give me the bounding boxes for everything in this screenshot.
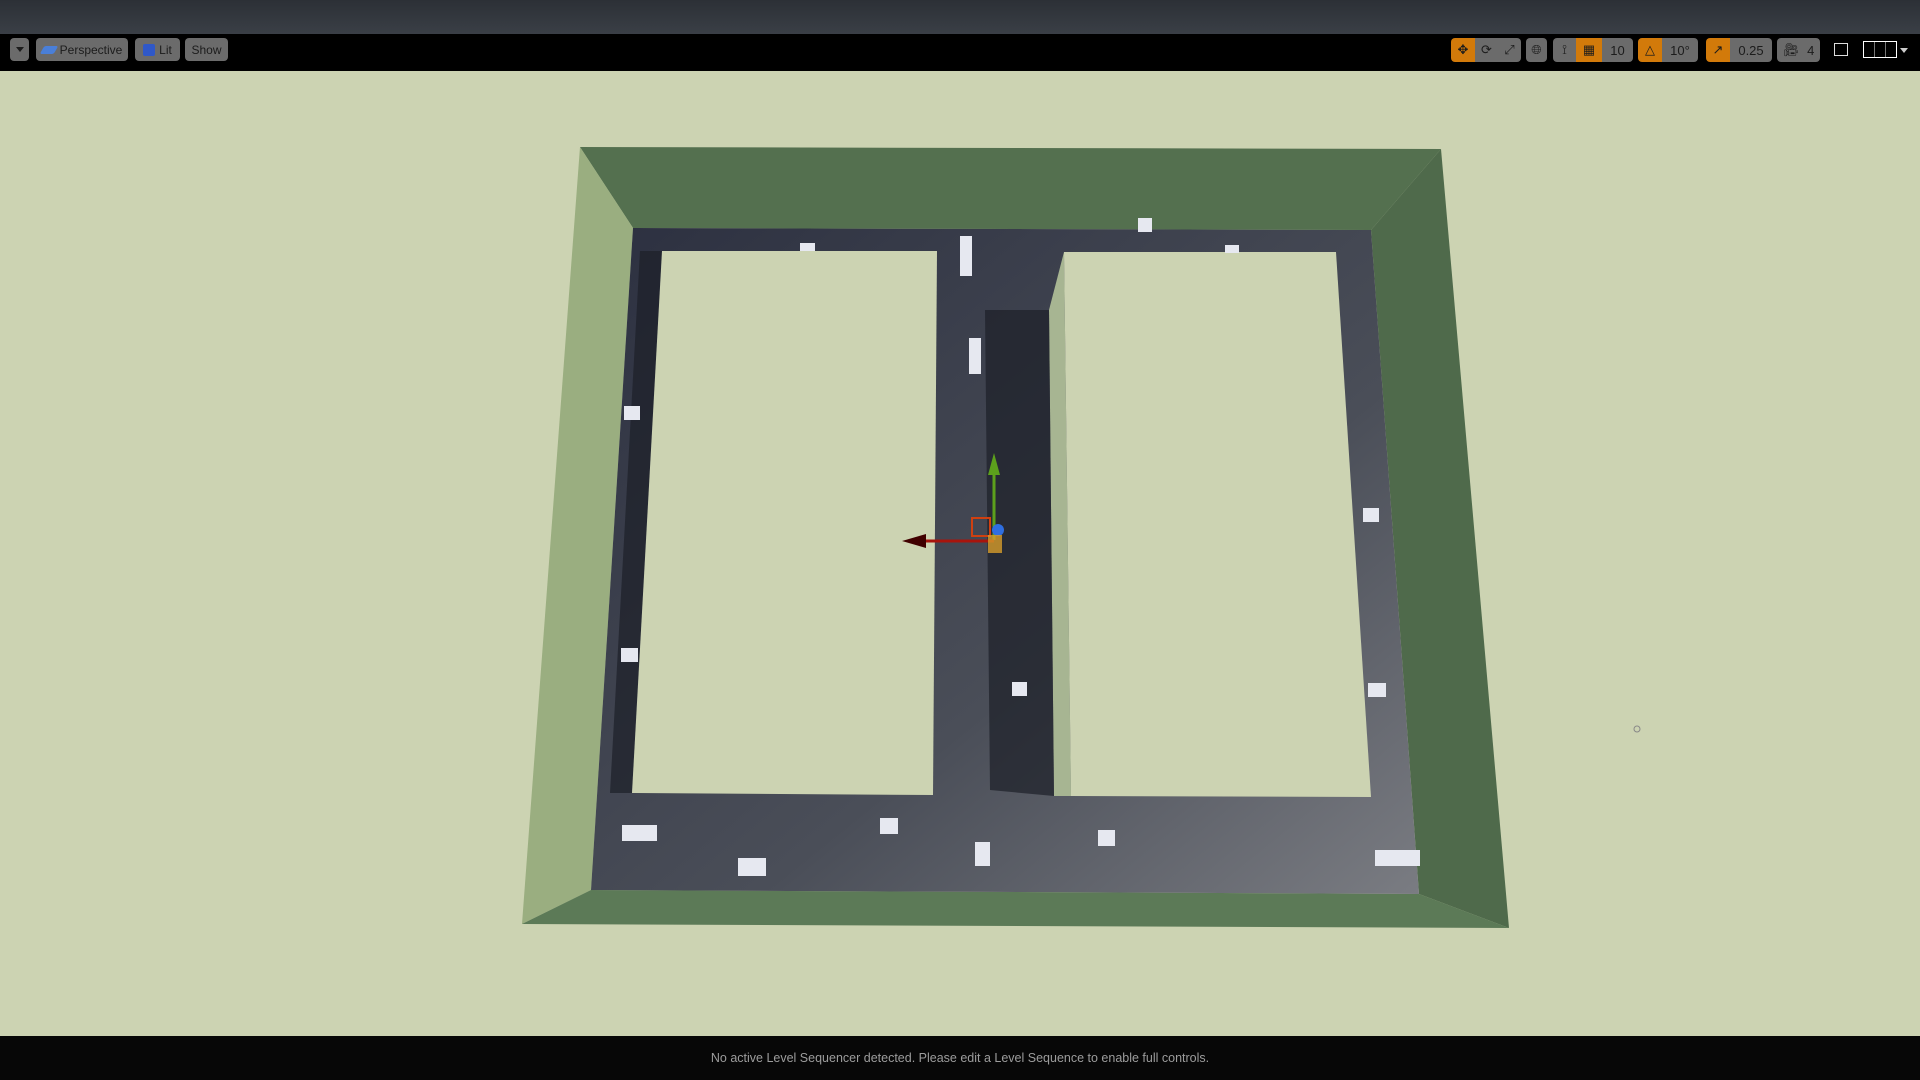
rotate-mode-button[interactable]: ⟳ — [1475, 38, 1498, 62]
surface-snap-button[interactable]: ⟟ — [1553, 38, 1576, 62]
show-button[interactable]: Show — [185, 38, 228, 61]
perspective-label: Perspective — [59, 42, 123, 57]
light-icon — [1633, 725, 1641, 733]
rotate-icon: ⟳ — [1481, 42, 1492, 57]
rotation-snap-toggle[interactable]: △ — [1638, 38, 1662, 62]
scene-render — [522, 147, 1641, 928]
layout-dropdown-icon[interactable] — [1900, 48, 1908, 53]
camera-icon: 🎥︎ — [1782, 42, 1800, 57]
maximize-viewport-icon[interactable] — [1834, 43, 1848, 56]
level-viewport[interactable] — [0, 71, 1920, 1036]
grid-icon: ▦ — [1582, 42, 1596, 57]
right-block-top — [1064, 252, 1371, 797]
scale-snap-toggle[interactable]: ↗ — [1706, 38, 1730, 62]
scale-snap-value[interactable]: 0.25 — [1730, 38, 1772, 62]
viewport-layout-icon[interactable] — [1863, 41, 1897, 58]
camera-speed-label: 4 — [1807, 42, 1815, 58]
sequencer-status-bar: No active Level Sequencer detected. Plea… — [0, 1036, 1920, 1080]
grid-snap-value[interactable]: 10 — [1602, 38, 1633, 62]
lit-cube-icon — [143, 43, 156, 56]
editor-top-strip — [0, 0, 1920, 34]
outer-wall-bottom — [522, 890, 1509, 928]
perspective-icon — [39, 45, 58, 54]
globe-icon: 🌐︎ — [1531, 42, 1542, 57]
chevron-down-icon — [15, 47, 24, 52]
outer-wall-top — [580, 147, 1441, 230]
left-block-top — [632, 251, 937, 795]
angle-icon: △ — [1645, 42, 1655, 57]
lit-label: Lit — [159, 42, 172, 57]
perspective-button[interactable]: Perspective — [36, 38, 128, 61]
rotation-snap-value[interactable]: 10° — [1662, 38, 1698, 62]
translate-icon: ✥ — [1457, 42, 1469, 57]
scale-mode-button[interactable]: ⤢ — [1498, 38, 1521, 62]
scale-snap-label: 0.25 — [1738, 42, 1764, 58]
grid-snap-toggle[interactable]: ▦ — [1576, 38, 1602, 62]
viewport-options-button[interactable] — [10, 38, 29, 61]
rotation-snap-label: 10° — [1670, 42, 1690, 58]
scale-icon: ⤢ — [1504, 42, 1515, 57]
lit-button[interactable]: Lit — [135, 38, 180, 61]
translate-mode-button[interactable]: ✥ — [1451, 38, 1475, 62]
scale-arrow-icon: ↗ — [1712, 42, 1724, 57]
show-label: Show — [191, 42, 222, 57]
grid-snap-label: 10 — [1610, 42, 1625, 58]
world-local-button[interactable]: 🌐︎ — [1526, 38, 1547, 62]
camera-speed-button[interactable]: 🎥︎ 4 — [1777, 38, 1820, 62]
status-message: No active Level Sequencer detected. Plea… — [710, 1051, 1210, 1065]
surface-snap-icon: ⟟ — [1562, 42, 1567, 57]
viewport-toolbar: Perspective Lit Show ✥ ⟳ ⤢ 🌐︎ ⟟ ▦ 10 △ 1… — [0, 34, 1920, 71]
